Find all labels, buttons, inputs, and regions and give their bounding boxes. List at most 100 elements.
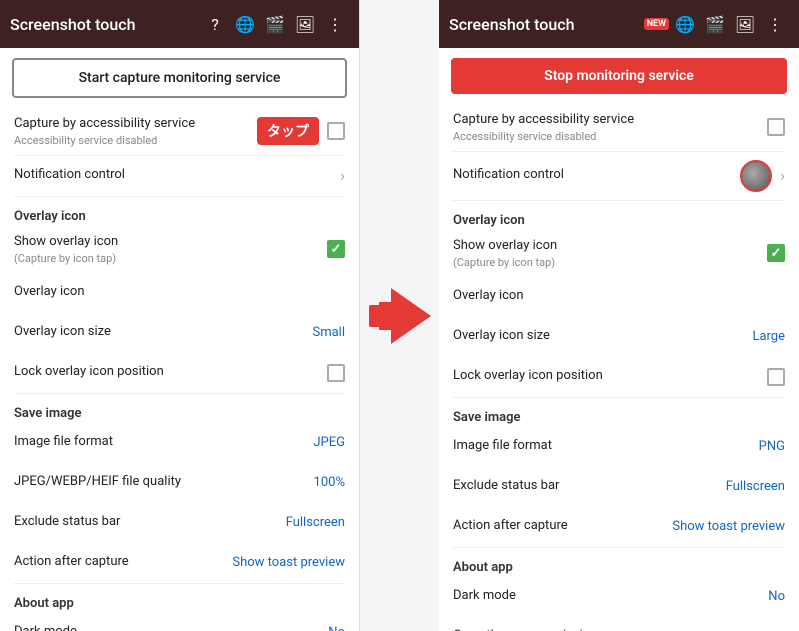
right-overlay-section-header: Overlay icon — [439, 205, 799, 230]
right-exclude-bar-value: Fullscreen — [726, 479, 785, 494]
divider3 — [14, 393, 345, 394]
right-panel: Screenshot touch NEW 🌐 🎬 🖼 ⋮ Stop monito… — [439, 0, 799, 631]
right-lock-overlay-title: Lock overlay icon position — [453, 368, 767, 385]
left-topbar: Screenshot touch ? 🌐 🎬 🖼 ⋮ — [0, 0, 359, 48]
right-show-overlay-title: Show overlay icon — [453, 238, 767, 255]
right-exclude-bar-title: Exclude status bar — [453, 478, 718, 495]
left-content: Start capture monitoring service Capture… — [0, 48, 359, 631]
right-notification-title: Notification control — [453, 167, 732, 184]
left-help-icon[interactable]: ? — [201, 10, 229, 38]
left-exclude-bar-value: Fullscreen — [286, 515, 345, 530]
right-image-format-row[interactable]: Image file format PNG — [439, 427, 799, 467]
left-quality-title: JPEG/WEBP/HEIF file quality — [14, 474, 306, 491]
right-topbar: Screenshot touch NEW 🌐 🎬 🖼 ⋮ — [439, 0, 799, 48]
right-overlay-size-value: Large — [752, 329, 785, 344]
left-image-format-row[interactable]: Image file format JPEG — [0, 423, 359, 463]
left-dark-mode-value: No — [328, 625, 345, 631]
left-action-capture-row[interactable]: Action after capture Show toast preview — [0, 543, 359, 583]
right-action-capture-row[interactable]: Action after capture Show toast preview — [439, 507, 799, 547]
left-quality-row[interactable]: JPEG/WEBP/HEIF file quality 100% — [0, 463, 359, 503]
right-action-capture-value: Show toast preview — [672, 519, 785, 534]
left-lock-overlay-checkbox[interactable] — [327, 364, 345, 382]
left-exclude-bar-row[interactable]: Exclude status bar Fullscreen — [0, 503, 359, 543]
right-divider4 — [453, 547, 785, 548]
left-lock-overlay-title: Lock overlay icon position — [14, 364, 327, 381]
right-accessibility-row: Capture by accessibility service Accessi… — [439, 104, 799, 151]
right-accessibility-checkbox[interactable] — [767, 118, 785, 136]
left-notification-title: Notification control — [14, 167, 332, 184]
left-action-capture-title: Action after capture — [14, 554, 224, 571]
left-accessibility-row: Capture by accessibility service Accessi… — [0, 108, 359, 155]
right-accessibility-title: Capture by accessibility service — [453, 112, 767, 129]
left-app-title: Screenshot touch — [10, 15, 199, 34]
left-panel: Screenshot touch ? 🌐 🎬 🖼 ⋮ Start capture… — [0, 0, 360, 631]
right-overlay-size-title: Overlay icon size — [453, 328, 744, 345]
divider2 — [14, 196, 345, 197]
new-badge: NEW — [644, 18, 669, 30]
right-save-section-header: Save image — [439, 402, 799, 427]
left-accessibility-subtitle: Accessibility service disabled — [14, 134, 249, 147]
left-dark-mode-title: Dark mode — [14, 624, 320, 631]
left-show-overlay-row[interactable]: Show overlay icon (Capture by icon tap) — [0, 226, 359, 273]
left-overlay-size-row[interactable]: Overlay icon size Small — [0, 313, 359, 353]
right-notification-row[interactable]: Notification control › — [439, 152, 799, 200]
left-dark-mode-row[interactable]: Dark mode No — [0, 613, 359, 631]
right-image-format-value: PNG — [759, 439, 785, 454]
left-overlay-icon-title: Overlay icon — [14, 284, 345, 301]
left-notification-row[interactable]: Notification control › — [0, 156, 359, 196]
left-show-overlay-subtitle: (Capture by icon tap) — [14, 252, 327, 265]
left-accessibility-title: Capture by accessibility service — [14, 116, 249, 133]
right-permissions-chevron: › — [780, 627, 785, 631]
left-overlay-size-title: Overlay icon size — [14, 324, 304, 341]
left-overlay-icon-row[interactable]: Overlay icon — [0, 273, 359, 313]
left-overlay-size-value: Small — [312, 325, 345, 340]
left-image-format-value: JPEG — [313, 435, 345, 450]
left-accessibility-checkbox[interactable] — [327, 122, 345, 140]
right-content: Stop monitoring service Capture by acces… — [439, 48, 799, 631]
right-divider2 — [453, 200, 785, 201]
right-overlay-icon-title: Overlay icon — [453, 288, 785, 305]
left-more-icon[interactable]: ⋮ — [321, 10, 349, 38]
right-more-icon[interactable]: ⋮ — [761, 10, 789, 38]
left-exclude-bar-title: Exclude status bar — [14, 514, 278, 531]
right-show-overlay-checkbox[interactable] — [767, 244, 785, 262]
tap-badge: タップ — [257, 117, 319, 145]
right-arrow-icon — [391, 288, 431, 344]
right-notification-chevron: › — [780, 166, 785, 185]
right-globe-icon[interactable]: 🌐 — [671, 10, 699, 38]
right-video-icon[interactable]: 🎬 — [701, 10, 729, 38]
right-exclude-bar-row[interactable]: Exclude status bar Fullscreen — [439, 467, 799, 507]
arrow-container — [360, 0, 439, 631]
left-globe-icon[interactable]: 🌐 — [231, 10, 259, 38]
left-lock-overlay-row[interactable]: Lock overlay icon position — [0, 353, 359, 393]
right-overlay-icon-row[interactable]: Overlay icon — [439, 277, 799, 317]
left-video-icon[interactable]: 🎬 — [261, 10, 289, 38]
notification-overlay-icon — [740, 160, 772, 192]
left-notification-chevron: › — [340, 166, 345, 185]
stop-monitoring-button[interactable]: Stop monitoring service — [451, 58, 787, 94]
right-overlay-size-row[interactable]: Overlay icon size Large — [439, 317, 799, 357]
left-show-overlay-title: Show overlay icon — [14, 234, 327, 251]
left-action-capture-value: Show toast preview — [232, 555, 345, 570]
right-lock-overlay-row[interactable]: Lock overlay icon position — [439, 357, 799, 397]
left-save-section-header: Save image — [0, 398, 359, 423]
right-lock-overlay-checkbox[interactable] — [767, 368, 785, 386]
right-image-format-title: Image file format — [453, 438, 751, 455]
right-app-title: Screenshot touch — [449, 15, 642, 34]
start-capture-button[interactable]: Start capture monitoring service — [12, 58, 347, 98]
left-about-section-header: About app — [0, 588, 359, 613]
right-image-icon[interactable]: 🖼 — [731, 10, 759, 38]
right-permissions-row[interactable]: Open the app permissions page › — [439, 617, 799, 631]
right-dark-mode-value: No — [768, 589, 785, 604]
right-action-capture-title: Action after capture — [453, 518, 664, 535]
right-dark-mode-row[interactable]: Dark mode No — [439, 577, 799, 617]
right-dark-mode-title: Dark mode — [453, 588, 760, 605]
right-about-section-header: About app — [439, 552, 799, 577]
left-show-overlay-checkbox[interactable] — [327, 240, 345, 258]
right-divider3 — [453, 397, 785, 398]
left-image-icon[interactable]: 🖼 — [291, 10, 319, 38]
right-show-overlay-row[interactable]: Show overlay icon (Capture by icon tap) — [439, 230, 799, 277]
left-overlay-section-header: Overlay icon — [0, 201, 359, 226]
divider4 — [14, 583, 345, 584]
left-quality-value: 100% — [314, 475, 345, 490]
